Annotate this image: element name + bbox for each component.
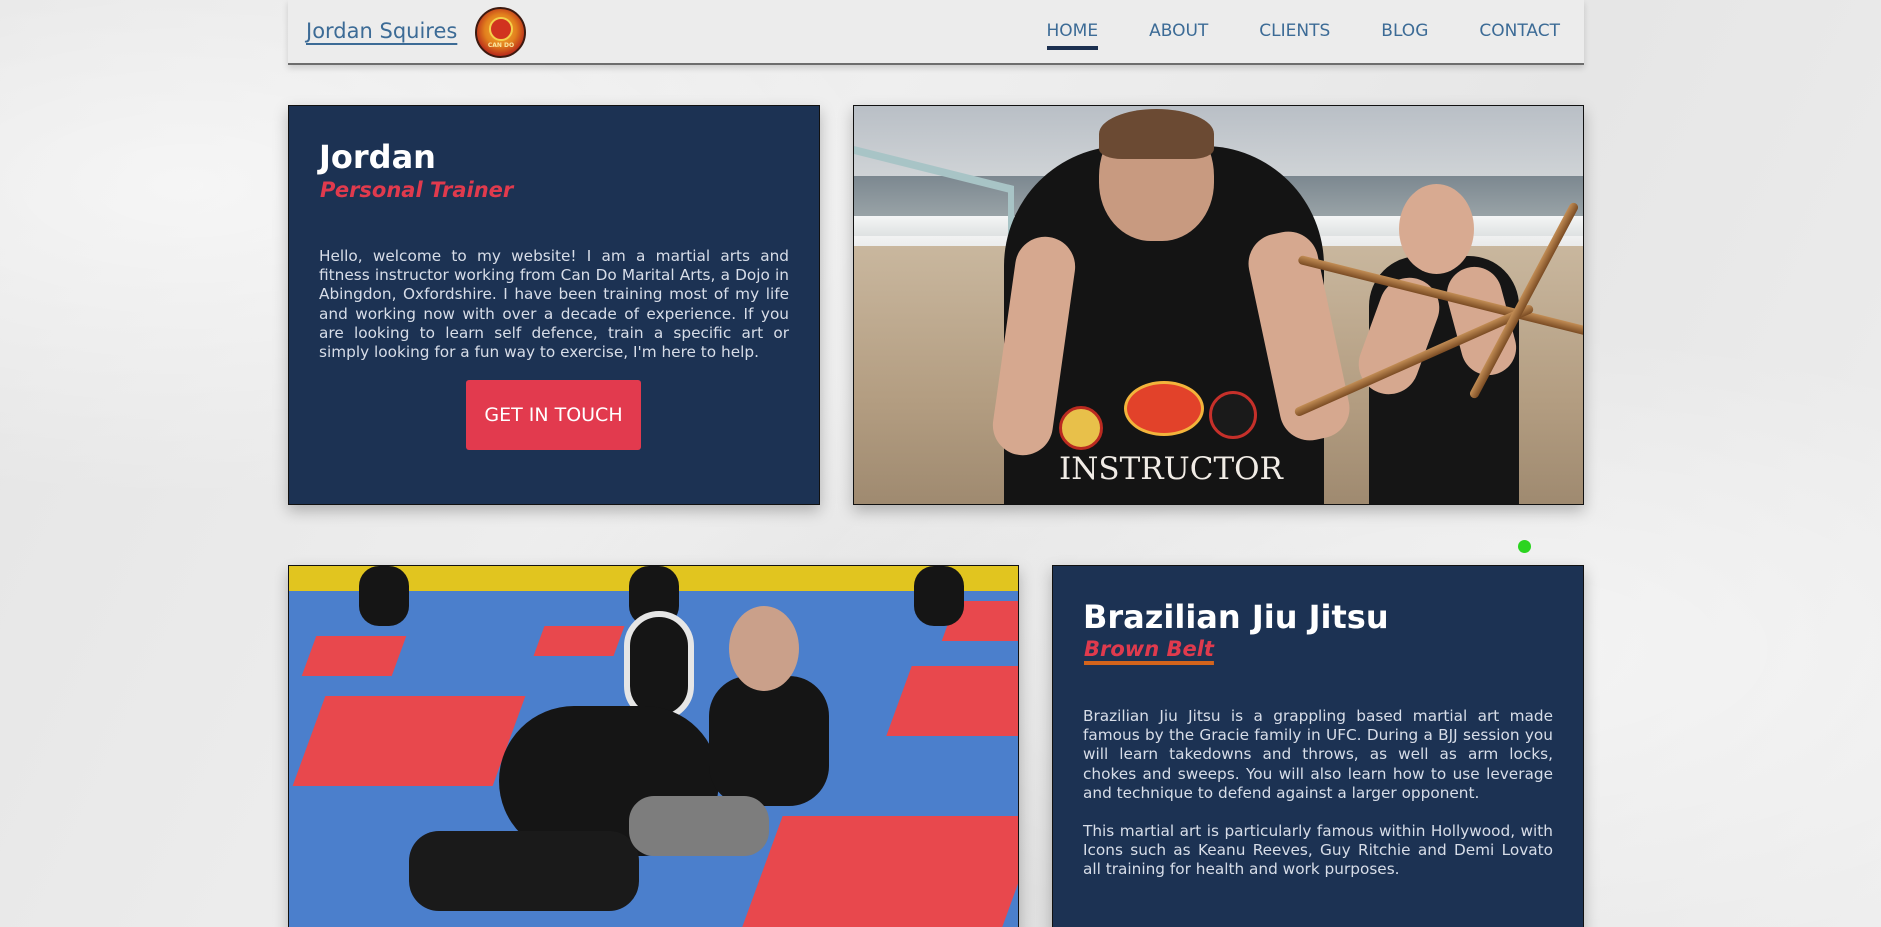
bjj-training-photo (288, 565, 1019, 927)
bjj-description: Brazilian Jiu Jitsu is a grappling based… (1083, 707, 1553, 880)
site-title-link[interactable]: Jordan Squires (306, 19, 457, 43)
nav-blog[interactable]: BLOG (1381, 21, 1428, 41)
photo-heavy-bag (359, 566, 409, 626)
get-in-touch-button[interactable]: GET IN TOUCH (466, 380, 641, 450)
bjj-belt-rank: Brown Belt (1084, 637, 1214, 661)
photo-trainer-head (729, 606, 799, 691)
logo-emblem (489, 17, 513, 41)
intro-role: Personal Trainer (320, 178, 514, 202)
photo-mat-tile (292, 696, 526, 786)
photo-student-head (1399, 184, 1474, 274)
bjj-paragraph: Brazilian Jiu Jitsu is a grappling based… (1083, 707, 1553, 802)
photo-mat-tile (735, 816, 1018, 927)
photo-grappling-dummy-head (624, 611, 694, 721)
photo-instructor-hair (1099, 109, 1214, 159)
main-nav: HOME ABOUT CLIENTS BLOG CONTACT (1046, 21, 1560, 50)
bjj-title: Brazilian Jiu Jitsu (1083, 598, 1389, 636)
photo-shirt-badge (1209, 391, 1257, 439)
photo-shirt-text: INSTRUCTOR (1059, 451, 1283, 487)
nav-home[interactable]: HOME (1046, 21, 1098, 50)
photo-mat-tile (301, 636, 407, 676)
logo-text: CAN DO (487, 42, 515, 49)
photo-trainer-shirt (709, 676, 829, 806)
photo-trainee-legs (409, 831, 639, 911)
photo-mat-tile (533, 626, 625, 656)
beach-training-photo: INSTRUCTOR (853, 105, 1584, 505)
nav-about[interactable]: ABOUT (1149, 21, 1208, 41)
site-header: Jordan Squires CAN DO HOME ABOUT CLIENTS… (288, 0, 1584, 65)
bjj-paragraph: This martial art is particularly famous … (1083, 822, 1553, 879)
photo-shirt-badge (1059, 406, 1103, 450)
intro-text: Hello, welcome to my website! I am a mar… (319, 247, 789, 362)
intro-name: Jordan (319, 138, 436, 176)
nav-clients[interactable]: CLIENTS (1259, 21, 1330, 41)
nav-contact[interactable]: CONTACT (1479, 21, 1560, 41)
photo-shirt-badge (1124, 381, 1204, 436)
dojo-logo-icon[interactable]: CAN DO (475, 7, 526, 58)
photo-heavy-bag (914, 566, 964, 626)
bjj-card: Brazilian Jiu Jitsu Brown Belt Brazilian… (1052, 565, 1584, 927)
online-status-indicator (1518, 540, 1531, 553)
intro-card: Jordan Personal Trainer Hello, welcome t… (288, 105, 820, 505)
photo-trainer-shorts (629, 796, 769, 856)
